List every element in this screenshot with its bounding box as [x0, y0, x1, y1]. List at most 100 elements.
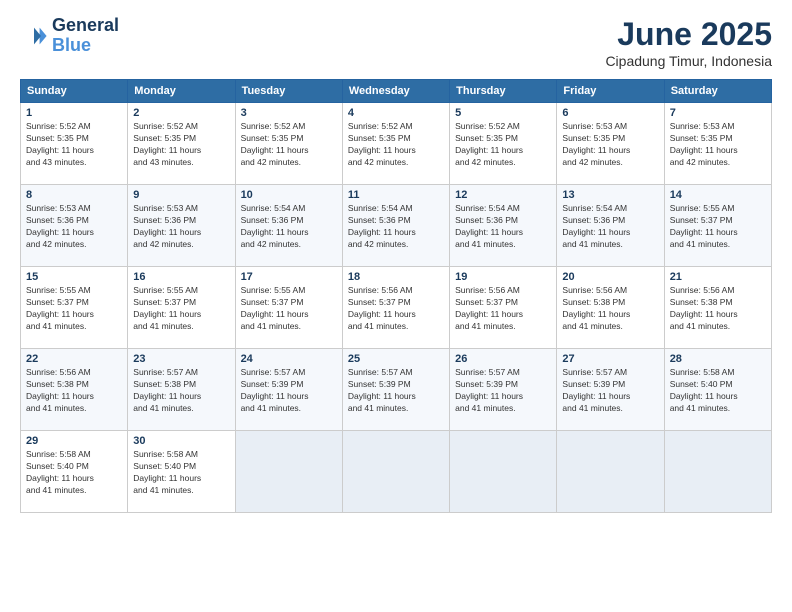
header: General Blue June 2025 Cipadung Timur, I… [20, 16, 772, 69]
calendar-week-row: 15 Sunrise: 5:55 AM Sunset: 5:37 PM Dayli… [21, 267, 772, 349]
day-number: 10 [241, 189, 337, 201]
day-info: Sunrise: 5:58 AM Sunset: 5:40 PM Dayligh… [670, 367, 766, 415]
subtitle: Cipadung Timur, Indonesia [605, 53, 772, 69]
table-row: 19 Sunrise: 5:56 AM Sunset: 5:37 PM Dayli… [450, 267, 557, 349]
logo-text: General Blue [52, 16, 119, 56]
table-row: 27Sunrise: 5:57 AM Sunset: 5:39 PM Dayli… [557, 349, 664, 431]
calendar-table: Sunday Monday Tuesday Wednesday Thursday… [20, 79, 772, 513]
table-row: 24Sunrise: 5:57 AM Sunset: 5:39 PM Dayli… [235, 349, 342, 431]
day-number: 16 [133, 271, 229, 283]
table-row: 26Sunrise: 5:57 AM Sunset: 5:39 PM Dayli… [450, 349, 557, 431]
day-number: 23 [133, 353, 229, 365]
day-number: 20 [562, 271, 658, 283]
table-row: 8Sunrise: 5:53 AM Sunset: 5:36 PM Daylig… [21, 185, 128, 267]
table-row: 7 Sunrise: 5:53 AM Sunset: 5:35 PM Daylig… [664, 103, 771, 185]
day-info: Sunrise: 5:56 AM Sunset: 5:37 PM Dayligh… [455, 285, 551, 333]
day-info: Sunrise: 5:55 AM Sunset: 5:37 PM Dayligh… [26, 285, 122, 333]
day-number: 11 [348, 189, 444, 201]
day-number: 21 [670, 271, 766, 283]
day-info: Sunrise: 5:57 AM Sunset: 5:38 PM Dayligh… [133, 367, 229, 415]
day-number: 12 [455, 189, 551, 201]
table-row: 2 Sunrise: 5:52 AM Sunset: 5:35 PM Daylig… [128, 103, 235, 185]
day-number: 14 [670, 189, 766, 201]
table-row [450, 431, 557, 513]
col-saturday: Saturday [664, 80, 771, 103]
day-number: 3 [241, 107, 337, 119]
logo-line2: Blue [52, 36, 119, 56]
table-row: 20 Sunrise: 5:56 AM Sunset: 5:38 PM Dayli… [557, 267, 664, 349]
table-row: 11 Sunrise: 5:54 AM Sunset: 5:36 PM Dayli… [342, 185, 449, 267]
col-friday: Friday [557, 80, 664, 103]
table-row: 17 Sunrise: 5:55 AM Sunset: 5:37 PM Dayli… [235, 267, 342, 349]
day-info: Sunrise: 5:58 AM Sunset: 5:40 PM Dayligh… [133, 449, 229, 497]
day-number: 25 [348, 353, 444, 365]
day-number: 19 [455, 271, 551, 283]
day-number: 28 [670, 353, 766, 365]
day-number: 1 [26, 107, 122, 119]
table-row [664, 431, 771, 513]
table-row: 13Sunrise: 5:54 AM Sunset: 5:36 PM Dayli… [557, 185, 664, 267]
table-row: 5Sunrise: 5:52 AM Sunset: 5:35 PM Daylig… [450, 103, 557, 185]
day-info: Sunrise: 5:52 AM Sunset: 5:35 PM Dayligh… [348, 121, 444, 169]
table-row: 25Sunrise: 5:57 AM Sunset: 5:39 PM Dayli… [342, 349, 449, 431]
day-number: 4 [348, 107, 444, 119]
col-sunday: Sunday [21, 80, 128, 103]
calendar-week-row: 1 Sunrise: 5:52 AM Sunset: 5:35 PM Daylig… [21, 103, 772, 185]
day-info: Sunrise: 5:54 AM Sunset: 5:36 PM Dayligh… [241, 203, 337, 251]
day-number: 5 [455, 107, 551, 119]
day-number: 30 [133, 435, 229, 447]
table-row: 28 Sunrise: 5:58 AM Sunset: 5:40 PM Dayli… [664, 349, 771, 431]
logo-icon [20, 22, 48, 50]
day-info: Sunrise: 5:53 AM Sunset: 5:36 PM Dayligh… [26, 203, 122, 251]
day-number: 17 [241, 271, 337, 283]
table-row: 21Sunrise: 5:56 AM Sunset: 5:38 PM Dayli… [664, 267, 771, 349]
table-row [557, 431, 664, 513]
table-row: 4 Sunrise: 5:52 AM Sunset: 5:35 PM Daylig… [342, 103, 449, 185]
table-row: 3 Sunrise: 5:52 AM Sunset: 5:35 PM Daylig… [235, 103, 342, 185]
logo-line1: General [52, 16, 119, 36]
day-info: Sunrise: 5:52 AM Sunset: 5:35 PM Dayligh… [241, 121, 337, 169]
calendar-header-row: Sunday Monday Tuesday Wednesday Thursday… [21, 80, 772, 103]
day-info: Sunrise: 5:53 AM Sunset: 5:36 PM Dayligh… [133, 203, 229, 251]
table-row: 18Sunrise: 5:56 AM Sunset: 5:37 PM Dayli… [342, 267, 449, 349]
page: General Blue June 2025 Cipadung Timur, I… [0, 0, 792, 612]
day-number: 6 [562, 107, 658, 119]
col-thursday: Thursday [450, 80, 557, 103]
table-row: 9 Sunrise: 5:53 AM Sunset: 5:36 PM Daylig… [128, 185, 235, 267]
title-block: June 2025 Cipadung Timur, Indonesia [605, 16, 772, 69]
table-row: 29Sunrise: 5:58 AM Sunset: 5:40 PM Dayli… [21, 431, 128, 513]
calendar-week-row: 29 Sunrise: 5:58 AM Sunset: 5:40 PM Dayli… [21, 431, 772, 513]
day-number: 2 [133, 107, 229, 119]
col-wednesday: Wednesday [342, 80, 449, 103]
calendar-week-row: 22 Sunrise: 5:56 AM Sunset: 5:38 PM Dayli… [21, 349, 772, 431]
table-row [235, 431, 342, 513]
day-info: Sunrise: 5:53 AM Sunset: 5:35 PM Dayligh… [670, 121, 766, 169]
col-monday: Monday [128, 80, 235, 103]
day-info: Sunrise: 5:54 AM Sunset: 5:36 PM Dayligh… [562, 203, 658, 251]
day-info: Sunrise: 5:54 AM Sunset: 5:36 PM Dayligh… [348, 203, 444, 251]
col-tuesday: Tuesday [235, 80, 342, 103]
day-info: Sunrise: 5:56 AM Sunset: 5:38 PM Dayligh… [26, 367, 122, 415]
day-info: Sunrise: 5:56 AM Sunset: 5:37 PM Dayligh… [348, 285, 444, 333]
table-row: 10 Sunrise: 5:54 AM Sunset: 5:36 PM Dayli… [235, 185, 342, 267]
day-info: Sunrise: 5:57 AM Sunset: 5:39 PM Dayligh… [562, 367, 658, 415]
month-title: June 2025 [605, 16, 772, 53]
day-info: Sunrise: 5:54 AM Sunset: 5:36 PM Dayligh… [455, 203, 551, 251]
day-info: Sunrise: 5:56 AM Sunset: 5:38 PM Dayligh… [562, 285, 658, 333]
day-number: 15 [26, 271, 122, 283]
table-row: 23 Sunrise: 5:57 AM Sunset: 5:38 PM Dayli… [128, 349, 235, 431]
day-info: Sunrise: 5:52 AM Sunset: 5:35 PM Dayligh… [133, 121, 229, 169]
day-number: 22 [26, 353, 122, 365]
table-row: 1Sunrise: 5:52 AM Sunset: 5:35 PM Daylig… [21, 103, 128, 185]
table-row: 16Sunrise: 5:55 AM Sunset: 5:37 PM Dayli… [128, 267, 235, 349]
table-row: 15 Sunrise: 5:55 AM Sunset: 5:37 PM Dayli… [21, 267, 128, 349]
table-row [342, 431, 449, 513]
table-row: 22 Sunrise: 5:56 AM Sunset: 5:38 PM Dayli… [21, 349, 128, 431]
day-number: 9 [133, 189, 229, 201]
day-info: Sunrise: 5:55 AM Sunset: 5:37 PM Dayligh… [241, 285, 337, 333]
day-number: 7 [670, 107, 766, 119]
day-number: 29 [26, 435, 122, 447]
day-info: Sunrise: 5:55 AM Sunset: 5:37 PM Dayligh… [670, 203, 766, 251]
table-row: 30 Sunrise: 5:58 AM Sunset: 5:40 PM Dayli… [128, 431, 235, 513]
table-row: 14 Sunrise: 5:55 AM Sunset: 5:37 PM Dayli… [664, 185, 771, 267]
